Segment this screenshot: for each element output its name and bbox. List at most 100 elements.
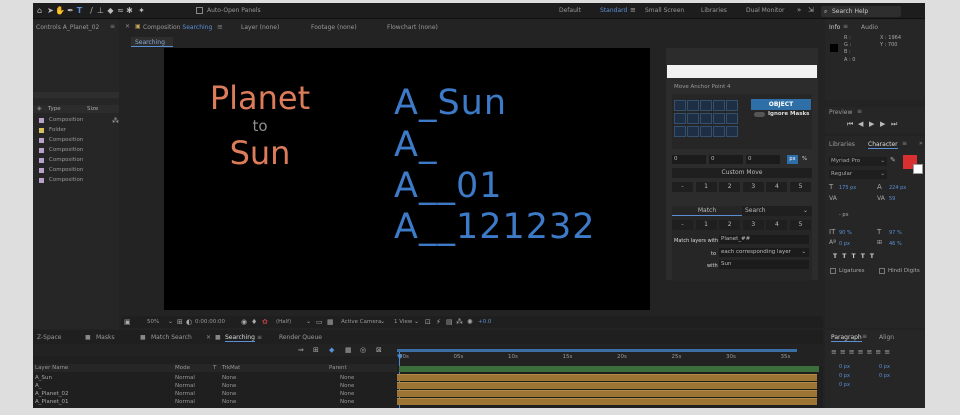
workspace-menu-icon[interactable]: ≡ (630, 6, 636, 14)
layer-mode[interactable]: Normal (175, 383, 195, 389)
match-step-button[interactable]: - (672, 220, 693, 230)
project-item-label-color[interactable] (39, 148, 44, 153)
type-column-header[interactable]: Type (48, 106, 61, 112)
alignment-buttons[interactable]: ≡≡≡≡≡≡≡ (831, 348, 893, 356)
flowchart-view-icon[interactable]: ⁂ (456, 318, 463, 326)
anchor-grid-cell[interactable] (700, 113, 712, 124)
timeline-tab-searching-icon[interactable]: ■ (215, 334, 221, 341)
project-item-label-color[interactable] (39, 158, 44, 163)
layer-parent[interactable]: None (340, 399, 354, 405)
match-step-button[interactable]: 3 (742, 220, 764, 230)
timeline-tab-match-search[interactable]: Match Search (151, 334, 192, 341)
lock-icon[interactable]: ▣ (135, 23, 141, 30)
horizontal-scale-value[interactable]: 97 % (889, 230, 902, 236)
libraries-tab[interactable]: Libraries (829, 141, 855, 148)
move-x-field[interactable]: 0 (672, 155, 706, 164)
layer-mode[interactable]: Normal (175, 375, 195, 381)
comp-subtab-searching[interactable]: Searching (131, 37, 173, 47)
match-step-button[interactable]: 5 (790, 220, 811, 230)
search-tab[interactable]: Search ⌄ (742, 206, 812, 216)
baseline-shift-value[interactable]: 0 px (839, 241, 850, 247)
time-ruler[interactable]: 00s05s10s15s20s25s30s35s ▼ (397, 344, 823, 366)
custom-move-button[interactable]: Custom Move (672, 168, 812, 178)
home-icon[interactable]: ⌂ (35, 6, 44, 15)
puppet-tool-icon[interactable]: ✱ (125, 6, 134, 15)
match-step-button[interactable]: 1 (695, 220, 717, 230)
layer-duration-bar[interactable] (397, 398, 817, 405)
timeline-tab-masks[interactable]: Masks (96, 334, 115, 341)
previous-frame-icon[interactable]: ◀ (858, 120, 863, 128)
region-of-interest-icon[interactable]: ▭ (316, 318, 323, 326)
project-item[interactable]: Composition (49, 177, 83, 183)
layer-duration-bar[interactable] (397, 374, 817, 381)
match-step-button[interactable]: 4 (766, 220, 788, 230)
stroke-color-swatch[interactable] (913, 164, 923, 174)
layer-trkmat[interactable]: None (222, 399, 236, 405)
font-family-select[interactable]: Myriad Pro ⌄ (829, 157, 887, 166)
ignore-masks-toggle[interactable] (754, 112, 765, 117)
leading-value[interactable]: 224 px (889, 185, 906, 191)
tracking-value[interactable]: 59 (889, 196, 895, 202)
move-y-field[interactable]: 0 (709, 155, 743, 164)
layer-name[interactable]: A_ (35, 383, 42, 389)
percent-unit-button[interactable]: % (799, 155, 810, 164)
project-item[interactable]: Composition (49, 147, 83, 153)
layer-trkmat[interactable]: None (222, 391, 236, 397)
ligatures-checkbox[interactable] (830, 268, 836, 274)
layer-duration-bar[interactable] (397, 382, 817, 389)
indent-right-value[interactable]: 0 px (879, 364, 890, 370)
workspace-libraries[interactable]: Libraries (701, 7, 727, 14)
project-item[interactable]: Composition (49, 137, 83, 143)
pen-tool-icon[interactable]: ✒ (66, 6, 75, 15)
timeline-layer-row[interactable]: A_ Normal None None (33, 382, 397, 390)
timeline-tab-masks-icon[interactable]: ■ (85, 334, 91, 341)
grid-icon[interactable]: ⊞ (177, 318, 183, 326)
project-item-label-color[interactable] (39, 168, 44, 173)
snapshot-icon[interactable]: ◉ (241, 318, 247, 326)
layer-duration-bar[interactable] (397, 390, 817, 397)
always-preview-icon[interactable]: ▣ (124, 318, 131, 326)
layer-mode[interactable]: Normal (175, 399, 195, 405)
footage-tab[interactable]: Footage (none) (311, 24, 357, 31)
camera-select[interactable]: Active Camera (341, 319, 381, 325)
anchor-grid-cell[interactable] (687, 126, 699, 137)
exposure-value[interactable]: +0.0 (478, 319, 491, 325)
selection-tool-icon[interactable]: ➤ (46, 6, 55, 15)
anchor-grid-cell[interactable] (713, 126, 725, 137)
align-tab[interactable]: Align (879, 334, 894, 341)
channel-icon[interactable]: ✿ (262, 318, 268, 326)
close-tab-icon[interactable]: ✕ (125, 23, 130, 30)
anchor-grid-cell[interactable] (726, 113, 738, 124)
custom-move-step-button[interactable]: 5 (790, 182, 811, 192)
layer-trkmat[interactable]: None (222, 375, 236, 381)
layer-tab[interactable]: Layer (none) (241, 24, 279, 31)
layer-text-a[interactable]: A_ (394, 125, 437, 165)
project-item-label-color[interactable] (39, 138, 44, 143)
layer-name[interactable]: A_Sun (35, 375, 52, 381)
parent-column[interactable]: Parent (329, 365, 347, 371)
audio-tab[interactable]: Audio (861, 24, 878, 31)
view-layout-select[interactable]: 1 View (394, 319, 412, 325)
timeline-layer-row[interactable]: A_Sun Normal None None (33, 374, 397, 382)
frame-blending-icon[interactable]: ▦ (345, 346, 352, 354)
more-workspaces-icon[interactable]: » (797, 6, 801, 14)
anchor-grid-cell[interactable] (713, 113, 725, 124)
brush-tool-icon[interactable]: / (87, 6, 96, 15)
with-input[interactable]: Sun (719, 260, 809, 269)
star-tool-icon[interactable]: ✦ (137, 6, 146, 15)
match-tab[interactable]: Match (672, 206, 742, 216)
first-frame-icon[interactable]: ⏮ (847, 120, 853, 129)
match-step-button[interactable]: 2 (719, 220, 741, 230)
paragraph-menu-icon[interactable]: ≡ (862, 333, 867, 340)
roto-brush-icon[interactable]: ≈ (116, 6, 125, 15)
space-after-value[interactable]: 0 px (839, 382, 850, 388)
mode-column[interactable]: Mode (175, 365, 190, 371)
custom-move-step-button[interactable]: 2 (719, 182, 741, 192)
timeline-tab-close-icon[interactable]: ✕ (206, 334, 211, 341)
zoom-select[interactable]: 50% (147, 319, 159, 325)
resolution-select[interactable]: (Half) (276, 319, 291, 325)
workspace-standard[interactable]: Standard (600, 7, 627, 14)
timeline-tab-match-icon[interactable]: ■ (140, 334, 146, 341)
draft-3d-icon[interactable]: ⊞ (313, 346, 319, 354)
panel-menu-icon[interactable]: ≡ (110, 23, 115, 30)
